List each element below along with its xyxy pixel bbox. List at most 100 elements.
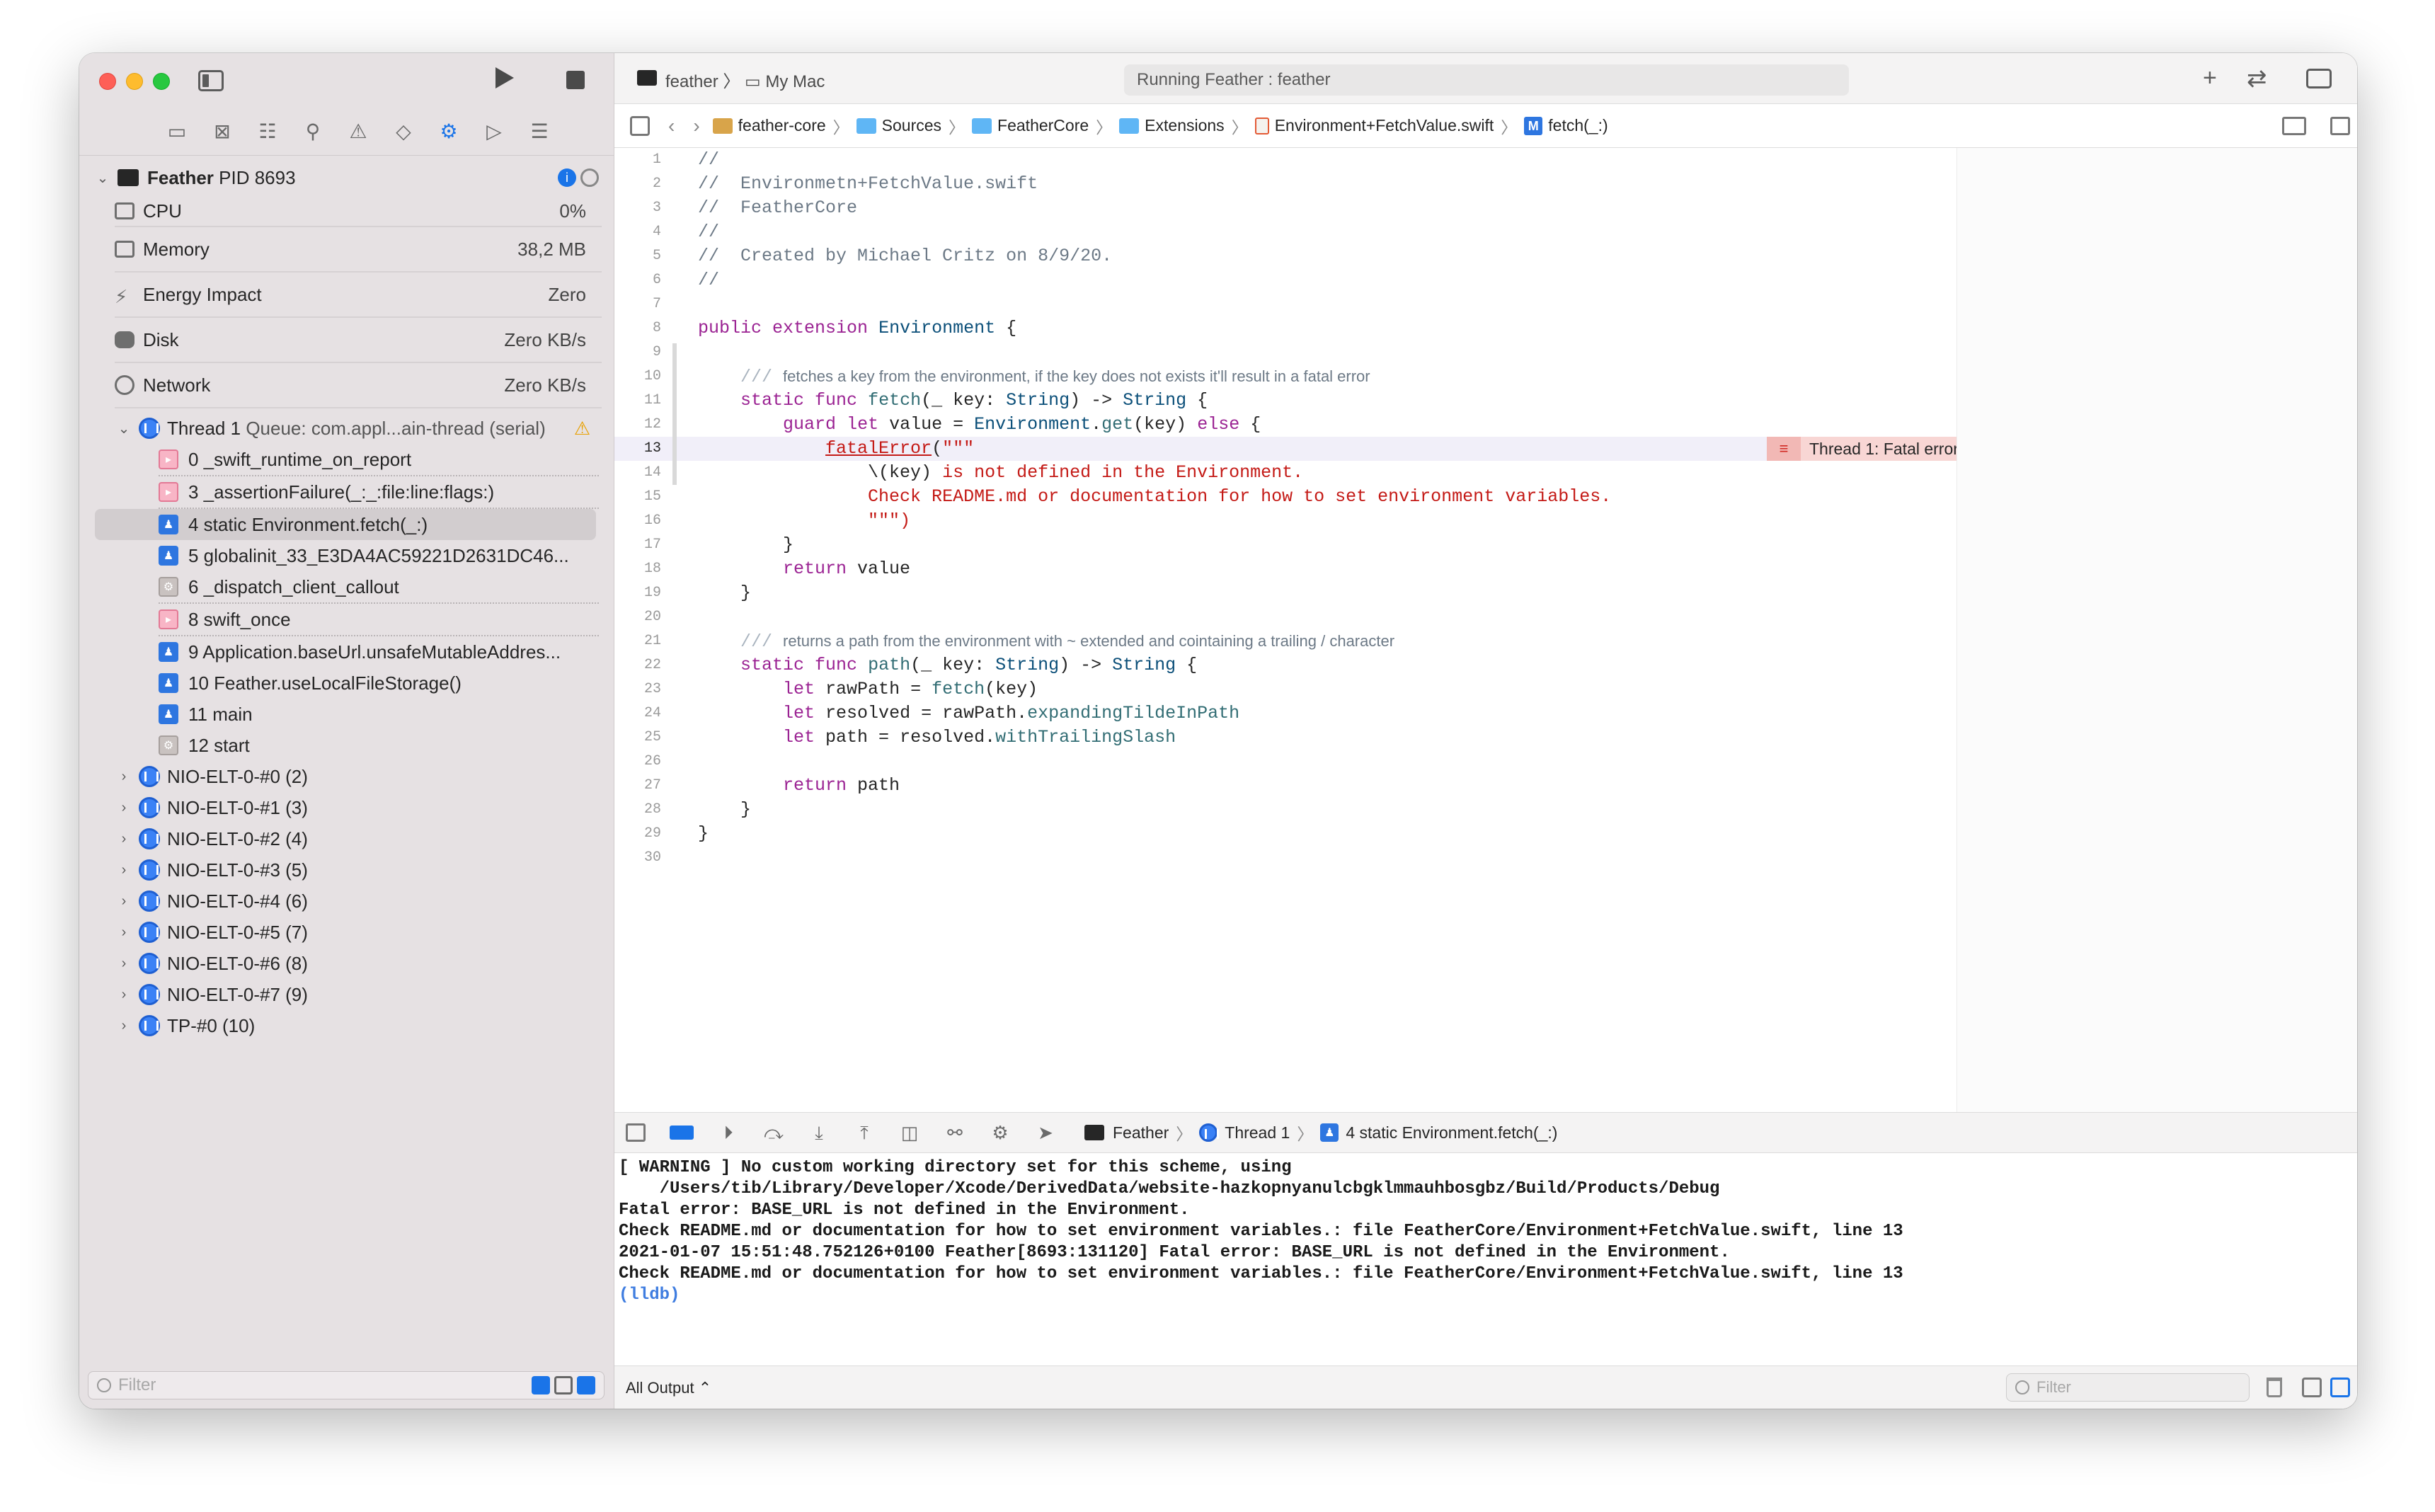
source-editor[interactable]: 12345 6 7 8 9 10 11 12 13 14 15 16 17 18 19 20 21 22 2… — [614, 148, 2357, 1112]
location-icon[interactable]: ➤ — [1035, 1123, 1056, 1142]
back-arrow-icon[interactable]: ‹ — [668, 115, 675, 137]
stack-frame[interactable]: ⚙ 12 start — [79, 730, 614, 761]
scheme-selector[interactable]: feather 〉 ▭ My Mac — [665, 67, 825, 92]
chevron-right-icon[interactable]: › — [115, 924, 133, 941]
frame-label: 3 _assertionFailure(_:_:file:line:flags:… — [188, 481, 495, 503]
zoom-window-button[interactable] — [153, 73, 170, 90]
breadcrumb-method[interactable]: Mfetch(_:) — [1524, 116, 1608, 135]
gauge-cpu[interactable]: CPU 0% — [115, 196, 602, 227]
code-fold-ribbon[interactable] — [672, 343, 677, 485]
debug-crumb[interactable]: Thread 1 — [1225, 1123, 1290, 1142]
breakpoint-icon[interactable]: ▷ — [481, 118, 507, 144]
filter-frames-button[interactable] — [577, 1376, 595, 1394]
minimize-window-button[interactable] — [126, 73, 143, 90]
debug-crumb[interactable]: 4 static Environment.fetch(_:) — [1346, 1123, 1557, 1142]
process-row[interactable]: ⌄ Feather PID 8693 i — [79, 159, 614, 196]
thread-row[interactable]: › NIO-ELT-0-#3 (5) — [79, 854, 614, 886]
console-view-toggle-icon[interactable] — [2330, 1378, 2350, 1397]
stack-frame[interactable]: ▸ 8 swift_once — [79, 604, 614, 635]
lldb-prompt[interactable]: (lldb) — [619, 1285, 2353, 1306]
related-items-icon[interactable] — [630, 115, 650, 136]
stack-frame[interactable]: ⚙ 6 _dispatch_client_callout — [79, 571, 614, 602]
chevron-down-icon[interactable]: ⌄ — [93, 169, 112, 187]
output-selector[interactable]: All Output ⌃ — [626, 1379, 711, 1397]
step-over-icon[interactable]: ⤼ — [763, 1123, 784, 1142]
memory-graph-icon[interactable]: ⚯ — [944, 1123, 966, 1142]
thread-row[interactable]: › NIO-ELT-0-#7 (9) — [79, 979, 614, 1010]
stack-frame[interactable]: ♟ 9 Application.baseUrl.unsafeMutableAdd… — [79, 636, 614, 668]
chevron-down-icon[interactable]: ⌄ — [115, 420, 133, 437]
console-output[interactable]: [ WARNING ] No custom working directory … — [614, 1153, 2357, 1365]
thread-row[interactable]: › NIO-ELT-0-#0 (2) — [79, 761, 614, 792]
debug-crumb[interactable]: Feather — [1113, 1123, 1169, 1142]
symbol-icon[interactable]: ☷ — [255, 118, 280, 144]
environment-overrides-icon[interactable]: ⚙ — [990, 1123, 1011, 1142]
info-icon[interactable]: i — [558, 168, 576, 187]
close-window-button[interactable] — [99, 73, 116, 90]
chevron-right-icon[interactable]: › — [115, 956, 133, 972]
chevron-right-icon[interactable]: › — [115, 893, 133, 910]
run-icon[interactable] — [495, 67, 514, 88]
debug-icon[interactable]: ⚙ — [436, 118, 462, 144]
report-icon[interactable]: ☰ — [527, 118, 552, 144]
thread-row[interactable]: › TP-#0 (10) — [79, 1010, 614, 1041]
swap-arrows-icon[interactable]: ⇄ — [2247, 64, 2267, 93]
gauge-energy[interactable]: ⚡ Energy Impact Zero — [115, 273, 602, 318]
filter-crashed-button[interactable] — [532, 1376, 550, 1394]
editor-options-icon[interactable] — [2282, 117, 2306, 135]
breadcrumb-extensions[interactable]: Extensions — [1119, 116, 1225, 135]
chevron-right-icon[interactable]: › — [115, 1018, 133, 1034]
stack-frame[interactable]: ▸ 3 _assertionFailure(_:_:file:line:flag… — [79, 476, 614, 508]
sidebar-toggle-icon[interactable] — [198, 70, 224, 91]
breakpoints-toggle-icon[interactable] — [670, 1126, 694, 1140]
breadcrumb-file[interactable]: Environment+FetchValue.swift — [1254, 116, 1494, 135]
view-hierarchy-icon[interactable]: ◫ — [899, 1123, 920, 1142]
test-icon[interactable]: ◇ — [391, 118, 416, 144]
chevron-right-icon[interactable]: › — [115, 862, 133, 878]
issue-icon[interactable]: ⚠ — [345, 118, 371, 144]
code-line: // FeatherCore — [698, 197, 858, 218]
inspector-toggle-icon[interactable] — [2306, 69, 2332, 88]
stack-frame[interactable]: ▸ 0 _swift_runtime_on_report — [79, 444, 614, 475]
chevron-right-icon[interactable]: › — [115, 769, 133, 785]
thread-row[interactable]: › NIO-ELT-0-#6 (8) — [79, 948, 614, 979]
hide-debug-area-icon[interactable] — [626, 1123, 646, 1142]
cpu-icon — [115, 202, 134, 219]
forward-arrow-icon[interactable]: › — [693, 115, 699, 137]
stack-frame[interactable]: ♟ 5 globalinit_33_E3DA4AC59221D2631DC46.… — [79, 540, 614, 571]
thread-row[interactable]: › NIO-ELT-0-#2 (4) — [79, 823, 614, 854]
variables-view-toggle-icon[interactable] — [2302, 1378, 2322, 1397]
gauge-disk[interactable]: Disk Zero KB/s — [115, 318, 602, 363]
source-control-icon[interactable]: ⊠ — [210, 118, 235, 144]
pause-icon[interactable] — [580, 168, 599, 187]
stack-frame[interactable]: ♟ 10 Feather.useLocalFileStorage() — [79, 668, 614, 699]
thread-row[interactable]: › NIO-ELT-0-#4 (6) — [79, 886, 614, 917]
trash-icon[interactable] — [2267, 1378, 2282, 1397]
frame-icon: ▸ — [159, 449, 178, 469]
sidebar-filter-field[interactable]: Filter — [88, 1371, 605, 1399]
thread-row-1[interactable]: ⌄ Thread 1 Queue: com.appl...ain-thread … — [79, 413, 614, 444]
breadcrumb-sources[interactable]: Sources — [856, 116, 941, 135]
thread-row[interactable]: › NIO-ELT-0-#5 (7) — [79, 917, 614, 948]
stop-icon[interactable] — [566, 71, 585, 89]
step-out-icon[interactable]: ⤒ — [854, 1123, 875, 1142]
chevron-right-icon[interactable]: › — [115, 987, 133, 1003]
find-icon[interactable]: ⚲ — [300, 118, 326, 144]
chevron-right-icon[interactable]: › — [115, 831, 133, 847]
gauge-memory[interactable]: Memory 38,2 MB — [115, 227, 602, 273]
folder-icon[interactable]: ▭ — [164, 118, 190, 144]
breadcrumb-feathercore[interactable]: FeatherCore — [972, 116, 1089, 135]
plus-icon[interactable]: + — [2203, 64, 2217, 92]
step-into-icon[interactable]: ⤓ — [808, 1123, 830, 1142]
continue-icon[interactable]: ⏵ — [718, 1123, 739, 1142]
thread-row[interactable]: › NIO-ELT-0-#1 (3) — [79, 792, 614, 823]
gauge-network[interactable]: Network Zero KB/s — [115, 363, 602, 408]
stack-frame-selected[interactable]: ♟ 4 static Environment.fetch(_:) — [95, 509, 596, 540]
minimap[interactable] — [1956, 148, 2357, 1112]
console-filter-field[interactable]: Filter — [2006, 1373, 2250, 1402]
filter-threads-button[interactable] — [554, 1376, 573, 1394]
chevron-right-icon[interactable]: › — [115, 800, 133, 816]
breadcrumb-project[interactable]: feather-core — [712, 116, 826, 135]
stack-frame[interactable]: ♟ 11 main — [79, 699, 614, 730]
add-editor-icon[interactable] — [2330, 117, 2350, 135]
